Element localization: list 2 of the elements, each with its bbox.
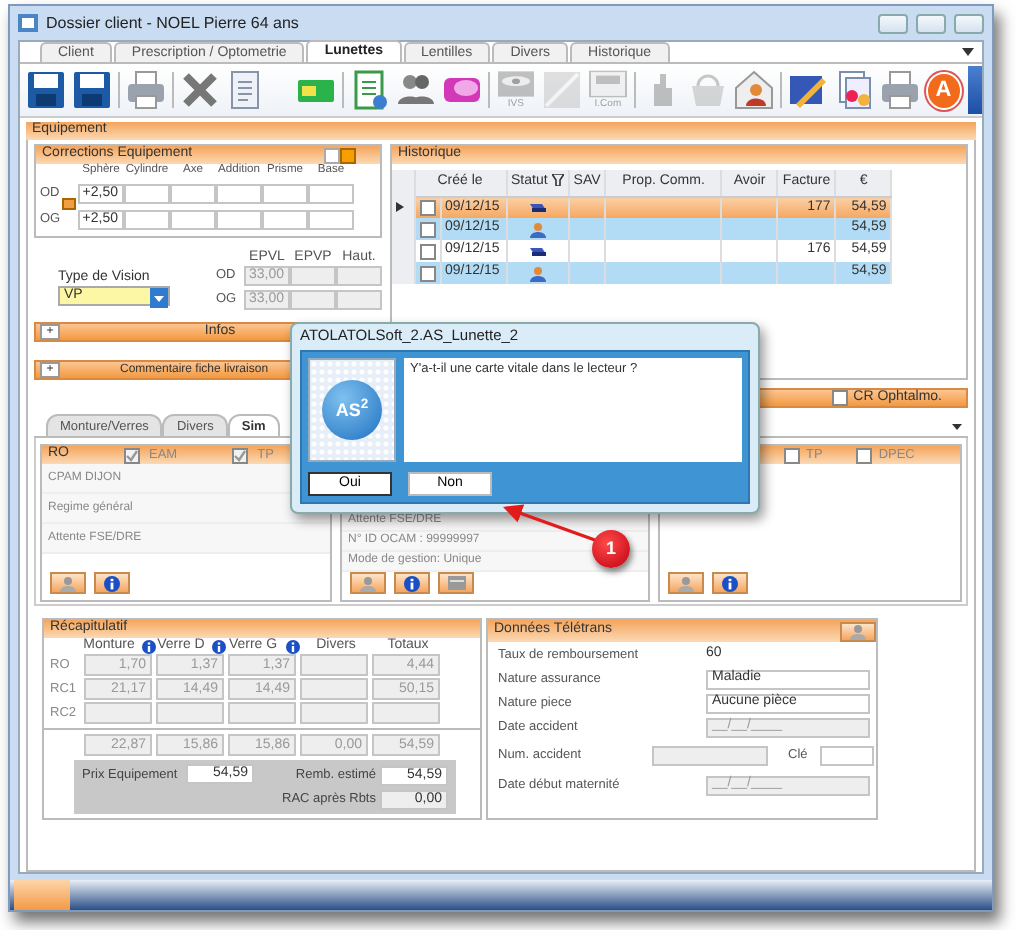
logo-text: AS$^{2}$ (335, 399, 369, 421)
window-title: Dossier client - NOEL Pierre 64 ans (46, 13, 301, 33)
